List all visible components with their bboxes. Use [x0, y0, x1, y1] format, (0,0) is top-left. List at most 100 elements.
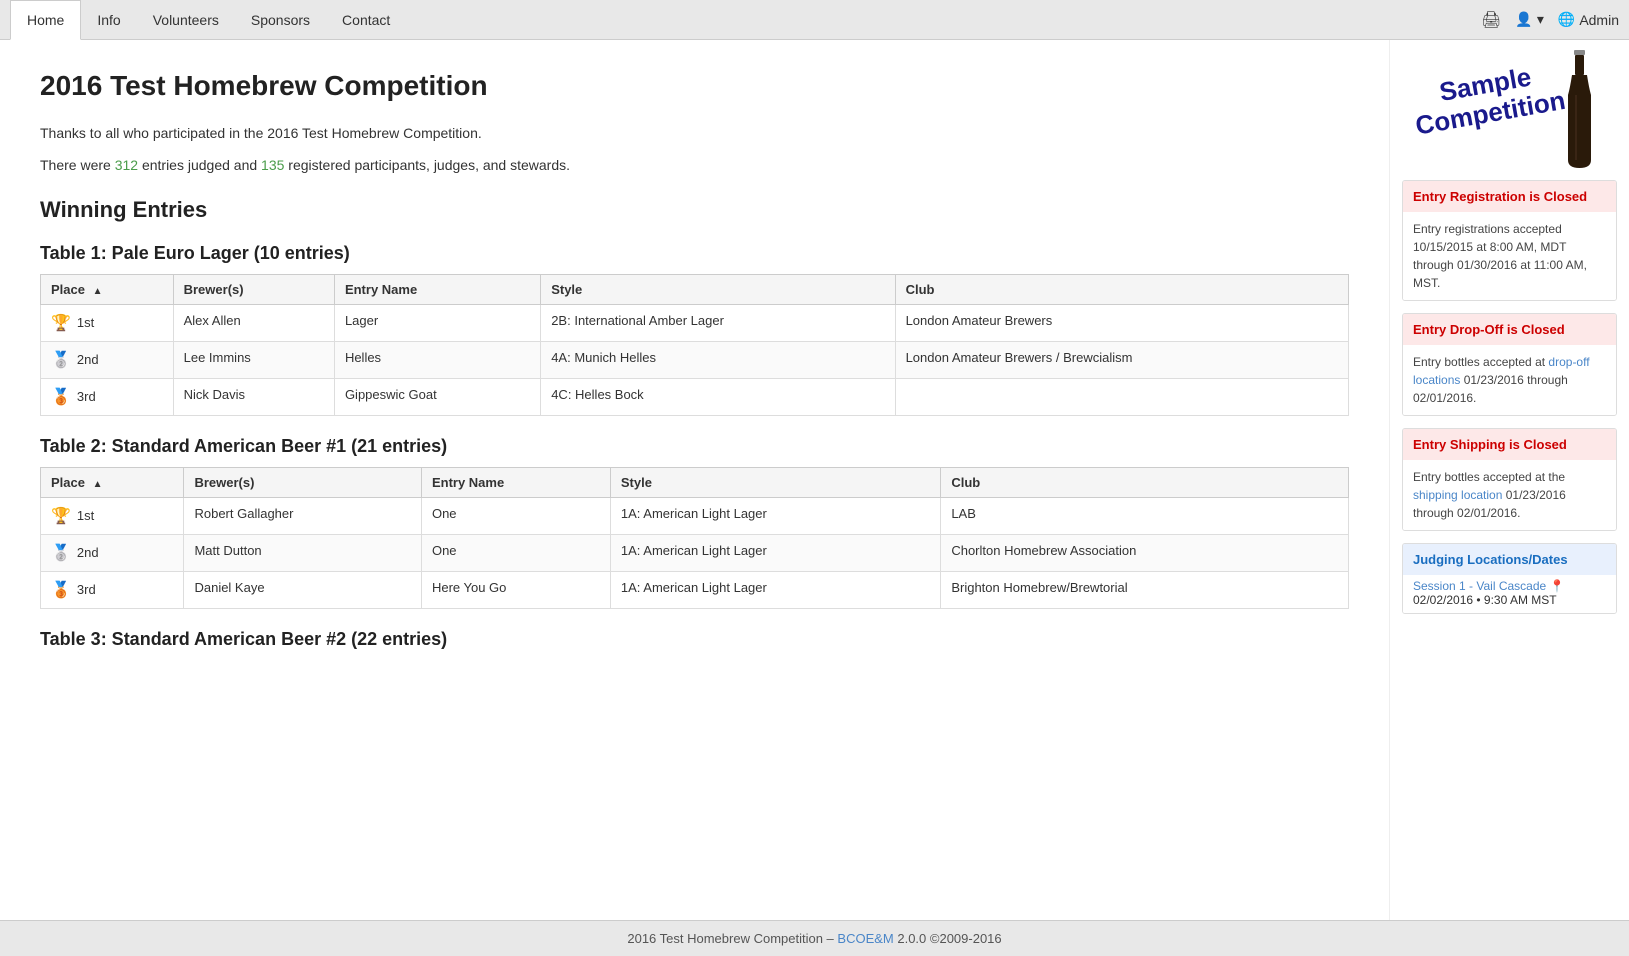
- table-row: 🥉3rd Nick Davis Gippeswic Goat 4C: Helle…: [41, 378, 1349, 415]
- sidebar: Sample Competition Entry Registration is…: [1389, 40, 1629, 920]
- brewer-cell: Nick Davis: [173, 378, 334, 415]
- trophy-bronze-icon: 🥉: [51, 387, 71, 407]
- participants-count: 135: [261, 157, 284, 173]
- place-cell: 🥉3rd: [41, 378, 174, 415]
- entry-cell: Helles: [334, 341, 540, 378]
- table2-title: Table 2: Standard American Beer #1 (21 e…: [40, 436, 1349, 457]
- style-cell: 1A: American Light Lager: [610, 571, 940, 608]
- trophy-gold-icon: 🏆: [51, 313, 71, 333]
- entry-dropoff-header: Entry Drop-Off is Closed: [1403, 314, 1616, 345]
- sample-competition-text: Sample Competition: [1408, 57, 1567, 140]
- results-table-2: Place ▲ Brewer(s) Entry Name Style Club …: [40, 467, 1349, 609]
- nav-item-info[interactable]: Info: [81, 0, 136, 39]
- col-style-1: Style: [541, 274, 895, 304]
- navbar: Home Info Volunteers Sponsors Contact 🖨 …: [0, 0, 1629, 40]
- place-cell: 🥈2nd: [41, 534, 184, 571]
- style-cell: 1A: American Light Lager: [610, 497, 940, 534]
- club-cell: London Amateur Brewers / Brewcialism: [895, 341, 1348, 378]
- style-cell: 4C: Helles Bock: [541, 378, 895, 415]
- brewer-cell: Matt Dutton: [184, 534, 421, 571]
- nav-item-volunteers[interactable]: Volunteers: [137, 0, 235, 39]
- globe-icon: 🌐: [1558, 11, 1575, 28]
- table-row: 🏆1st Robert Gallagher One 1A: American L…: [41, 497, 1349, 534]
- shipping-location-link[interactable]: shipping location: [1413, 488, 1502, 502]
- print-icon[interactable]: 🖨: [1481, 10, 1501, 30]
- col-place-1[interactable]: Place ▲: [41, 274, 174, 304]
- entry-registration-header: Entry Registration is Closed: [1403, 181, 1616, 212]
- place-cell: 🏆1st: [41, 304, 174, 341]
- footer: 2016 Test Homebrew Competition – BCOE&M …: [0, 920, 1629, 956]
- intro-paragraph-2: There were 312 entries judged and 135 re…: [40, 154, 1349, 176]
- user-dropdown-arrow: ▾: [1537, 11, 1544, 28]
- brewer-cell: Daniel Kaye: [184, 571, 421, 608]
- entry-registration-card: Entry Registration is Closed Entry regis…: [1402, 180, 1617, 301]
- style-cell: 1A: American Light Lager: [610, 534, 940, 571]
- session-link[interactable]: Session 1 - Vail Cascade 📍: [1413, 579, 1564, 593]
- judging-session: Session 1 - Vail Cascade 📍 02/02/2016 • …: [1403, 575, 1616, 613]
- brewer-cell: Lee Immins: [173, 341, 334, 378]
- page-title: 2016 Test Homebrew Competition: [40, 70, 1349, 102]
- sort-arrow-2: ▲: [93, 479, 103, 490]
- entry-cell: One: [421, 534, 610, 571]
- place-cell: 🥈2nd: [41, 341, 174, 378]
- col-place-2[interactable]: Place ▲: [41, 467, 184, 497]
- user-button[interactable]: 👤 ▾: [1515, 11, 1543, 28]
- table-row: 🏆1st Alex Allen Lager 2B: International …: [41, 304, 1349, 341]
- intro-paragraph-1: Thanks to all who participated in the 20…: [40, 122, 1349, 144]
- style-cell: 2B: International Amber Lager: [541, 304, 895, 341]
- col-club-1: Club: [895, 274, 1348, 304]
- table1-title: Table 1: Pale Euro Lager (10 entries): [40, 243, 1349, 264]
- beer-bottle-icon: [1562, 50, 1597, 170]
- nav-left: Home Info Volunteers Sponsors Contact: [10, 0, 406, 39]
- table-row: 🥉3rd Daniel Kaye Here You Go 1A: America…: [41, 571, 1349, 608]
- entry-cell: Here You Go: [421, 571, 610, 608]
- club-cell: London Amateur Brewers: [895, 304, 1348, 341]
- entry-registration-body: Entry registrations accepted 10/15/2015 …: [1403, 212, 1616, 300]
- style-cell: 4A: Munich Helles: [541, 341, 895, 378]
- place-cell: 🥉3rd: [41, 571, 184, 608]
- entry-dropoff-card: Entry Drop-Off is Closed Entry bottles a…: [1402, 313, 1617, 416]
- entry-cell: Lager: [334, 304, 540, 341]
- entries-count: 312: [115, 157, 138, 173]
- club-cell: LAB: [941, 497, 1349, 534]
- sidebar-logo: Sample Competition: [1402, 50, 1617, 180]
- entry-cell: Gippeswic Goat: [334, 378, 540, 415]
- footer-link[interactable]: BCOE&M: [837, 931, 893, 946]
- nav-item-contact[interactable]: Contact: [326, 0, 406, 39]
- user-icon: 👤: [1515, 11, 1532, 28]
- table-row: 🥈2nd Matt Dutton One 1A: American Light …: [41, 534, 1349, 571]
- admin-label: Admin: [1579, 12, 1619, 28]
- club-cell: Chorlton Homebrew Association: [941, 534, 1349, 571]
- admin-link[interactable]: 🌐 Admin: [1558, 11, 1619, 28]
- col-club-2: Club: [941, 467, 1349, 497]
- winning-entries-title: Winning Entries: [40, 197, 1349, 223]
- nav-right: 🖨 👤 ▾ 🌐 Admin: [1481, 0, 1619, 39]
- brewer-cell: Alex Allen: [173, 304, 334, 341]
- page-wrapper: 2016 Test Homebrew Competition Thanks to…: [0, 40, 1629, 920]
- results-table-1: Place ▲ Brewer(s) Entry Name Style Club …: [40, 274, 1349, 416]
- nav-item-sponsors[interactable]: Sponsors: [235, 0, 326, 39]
- col-entry-2: Entry Name: [421, 467, 610, 497]
- col-brewer-1: Brewer(s): [173, 274, 334, 304]
- entry-shipping-card: Entry Shipping is Closed Entry bottles a…: [1402, 428, 1617, 531]
- brewer-cell: Robert Gallagher: [184, 497, 421, 534]
- entry-dropoff-body: Entry bottles accepted at drop-off locat…: [1403, 345, 1616, 415]
- trophy-silver-icon: 🥈: [51, 543, 71, 563]
- main-content: 2016 Test Homebrew Competition Thanks to…: [0, 40, 1389, 920]
- sort-arrow-1: ▲: [93, 286, 103, 297]
- col-brewer-2: Brewer(s): [184, 467, 421, 497]
- trophy-silver-icon: 🥈: [51, 350, 71, 370]
- club-cell: [895, 378, 1348, 415]
- entry-shipping-body: Entry bottles accepted at the shipping l…: [1403, 460, 1616, 530]
- trophy-bronze-icon: 🥉: [51, 580, 71, 600]
- nav-item-home[interactable]: Home: [10, 0, 81, 40]
- club-cell: Brighton Homebrew/Brewtorial: [941, 571, 1349, 608]
- entry-shipping-header: Entry Shipping is Closed: [1403, 429, 1616, 460]
- col-entry-1: Entry Name: [334, 274, 540, 304]
- judging-locations-header: Judging Locations/Dates: [1403, 544, 1616, 575]
- place-cell: 🏆1st: [41, 497, 184, 534]
- table-row: 🥈2nd Lee Immins Helles 4A: Munich Helles…: [41, 341, 1349, 378]
- col-style-2: Style: [610, 467, 940, 497]
- judging-locations-card: Judging Locations/Dates Session 1 - Vail…: [1402, 543, 1617, 614]
- table3-title: Table 3: Standard American Beer #2 (22 e…: [40, 629, 1349, 650]
